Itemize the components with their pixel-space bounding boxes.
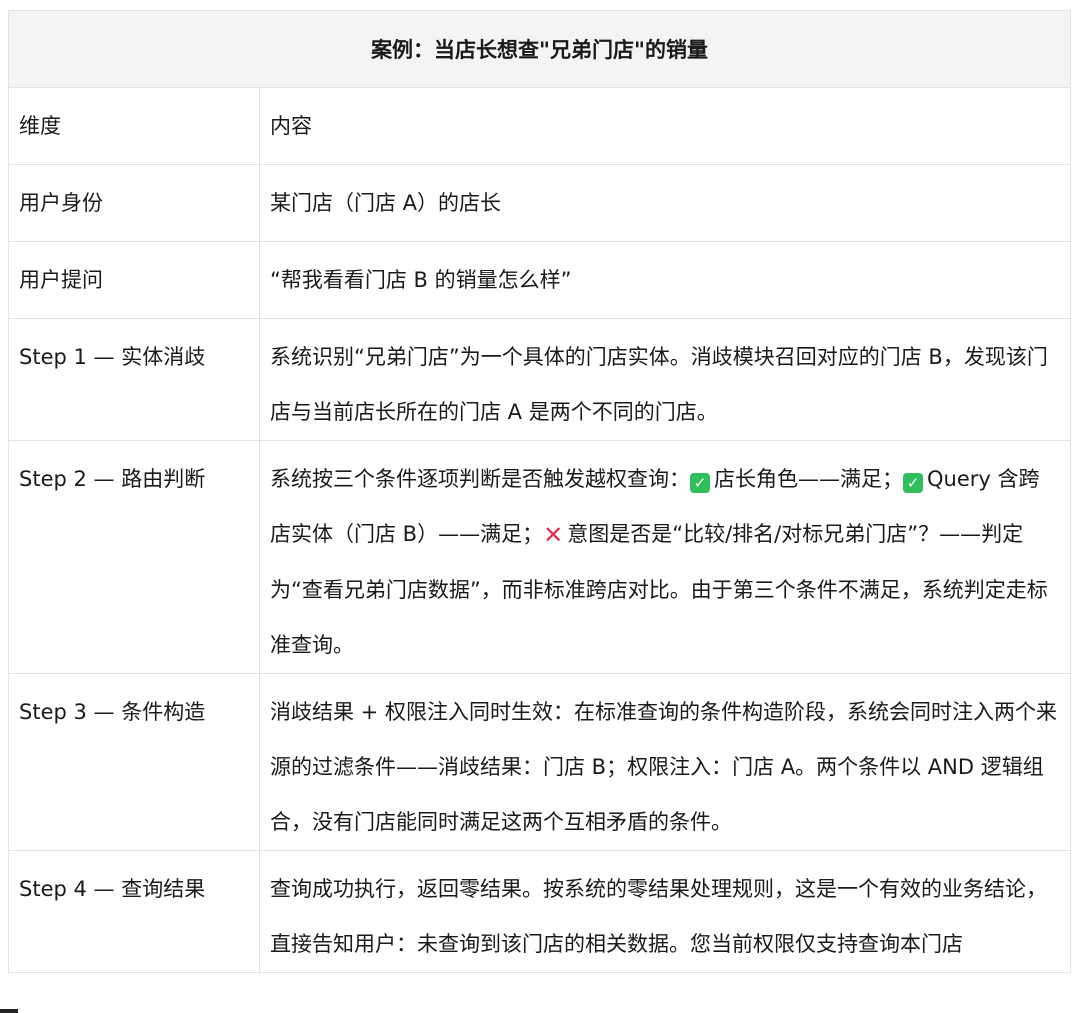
row-text: 系统按三个条件逐项判断是否触发越权查询： bbox=[270, 467, 690, 491]
case-table: 案例：当店长想查"兄弟门店"的销量 维度 内容 用户身份 某门店（门店 A）的店… bbox=[7, 10, 1072, 973]
row-label: Step 2 — 路由判断 bbox=[8, 440, 260, 674]
cross-mark-icon: ✕ bbox=[543, 521, 564, 549]
row-content: 系统按三个条件逐项判断是否触发越权查询： ✓ 店长角色——满足； ✓ Query 含跨店… bbox=[258, 440, 1072, 674]
row-content: 消歧结果 + 权限注入同时生效：在标准查询的条件构造阶段，系统会同时注入两个来源… bbox=[258, 673, 1072, 851]
row-label: Step 1 — 实体消歧 bbox=[8, 318, 260, 441]
column-header-content: 内容 bbox=[258, 87, 1072, 165]
table-row: 用户提问 “帮我看看门店 B 的销量怎么样” bbox=[8, 241, 1072, 319]
row-label: Step 4 — 查询结果 bbox=[8, 850, 260, 973]
table-row: Step 3 — 条件构造 消歧结果 + 权限注入同时生效：在标准查询的条件构造… bbox=[8, 673, 1072, 851]
check-mark-icon: ✓ bbox=[903, 473, 923, 493]
table-row: Step 1 — 实体消歧 系统识别“兄弟门店”为一个具体的门店实体。消歧模块召… bbox=[8, 318, 1072, 441]
corner-mark bbox=[0, 1009, 18, 1013]
row-content: “帮我看看门店 B 的销量怎么样” bbox=[258, 241, 1072, 319]
table-row: Step 4 — 查询结果 查询成功执行，返回零结果。按系统的零结果处理规则，这… bbox=[8, 850, 1072, 973]
row-content: 系统识别“兄弟门店”为一个具体的门店实体。消歧模块召回对应的门店 B，发现该门店… bbox=[258, 318, 1072, 441]
check-mark-icon: ✓ bbox=[690, 473, 710, 493]
table-row-header: 维度 内容 bbox=[8, 87, 1072, 165]
row-label: 用户身份 bbox=[8, 164, 260, 242]
table-row: 用户身份 某门店（门店 A）的店长 bbox=[8, 164, 1072, 242]
row-label: 用户提问 bbox=[8, 241, 260, 319]
row-label: Step 3 — 条件构造 bbox=[8, 673, 260, 851]
row-content: 查询成功执行，返回零结果。按系统的零结果处理规则，这是一个有效的业务结论，直接告… bbox=[258, 850, 1072, 973]
row-text: 店长角色——满足； bbox=[714, 467, 903, 491]
table-row: Step 2 — 路由判断 系统按三个条件逐项判断是否触发越权查询： ✓ 店长角色—… bbox=[8, 440, 1072, 674]
row-content: 某门店（门店 A）的店长 bbox=[258, 164, 1072, 242]
table-title: 案例：当店长想查"兄弟门店"的销量 bbox=[7, 10, 1072, 88]
column-header-dimension: 维度 bbox=[8, 87, 260, 165]
